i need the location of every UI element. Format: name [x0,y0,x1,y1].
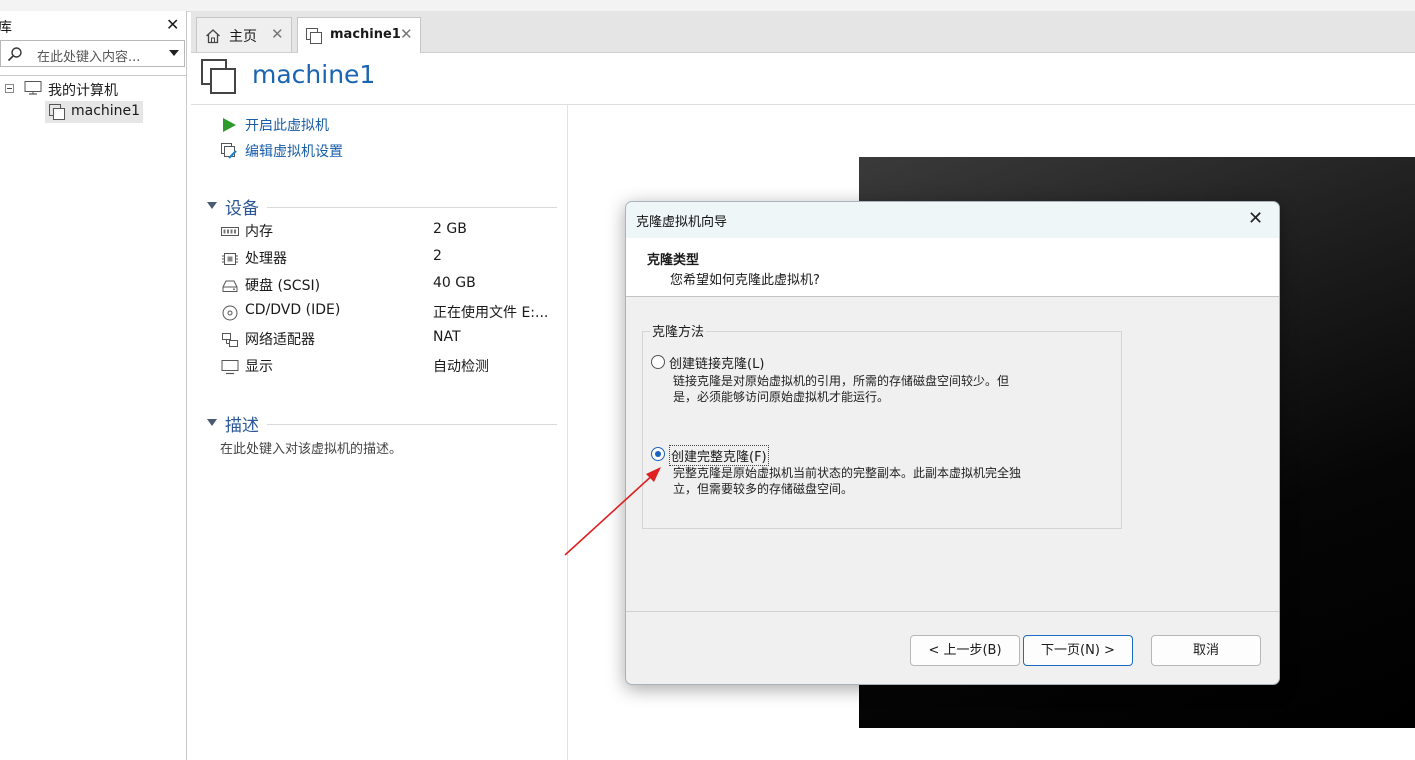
vm-details-panel: 开启此虚拟机 编辑虚拟机设置 设备 内存 2 GB 处理器 2 硬盘 (SCSI… [191,105,568,760]
tree-item-label: machine1 [71,103,141,119]
description-section-header[interactable]: 描述 [205,411,557,436]
clone-vm-wizard-dialog: 克隆虚拟机向导 ✕ 克隆类型 您希望如何克隆此虚拟机? 克隆方法 创建链接克隆(… [625,201,1280,685]
tab-close-icon[interactable]: ✕ [271,25,284,43]
tab-strip: 主页 ✕ machine1 ✕ [191,11,1415,53]
full-clone-label[interactable]: 创建完整克隆(F) [669,445,769,466]
section-divider [267,207,557,208]
device-name: 处理器 [245,251,287,267]
cd-icon [222,305,238,321]
device-value: NAT [433,329,461,345]
group-label: 克隆方法 [650,321,707,340]
device-value: 40 GB [433,275,476,291]
device-name: 显示 [245,359,273,375]
section-divider [267,424,557,425]
search-input[interactable]: 在此处键入内容... [37,46,140,65]
tab-label: 主页 [229,29,257,45]
play-icon [223,118,236,132]
footer-divider [626,611,1279,612]
annotation-arrow-icon [564,467,661,556]
page-title: machine1 [252,60,376,89]
tab-home[interactable]: 主页 ✕ [196,17,292,52]
dialog-close-button[interactable]: ✕ [1248,208,1263,229]
library-panel: 库 ✕ 在此处键入内容... 我的计算机 machine1 [0,11,187,760]
vm-icon [306,28,322,44]
library-close-button[interactable]: ✕ [166,15,179,34]
device-value: 2 [433,248,442,264]
tree-item-machine1[interactable]: machine1 [45,101,143,123]
linked-clone-description: 链接克隆是对原始虚拟机的引用，所需的存储磁盘空间较少。但 [673,374,1010,388]
device-name: CD/DVD (IDE) [245,302,341,318]
tree-collapse-icon[interactable] [5,84,14,93]
devices-section-header[interactable]: 设备 [205,194,557,219]
dialog-header: 克隆类型 您希望如何克隆此虚拟机? [626,238,1279,297]
home-icon [206,29,220,44]
library-search-box[interactable]: 在此处键入内容... [0,40,185,67]
action-label: 编辑虚拟机设置 [245,144,343,160]
cancel-button[interactable]: 取消 [1151,635,1261,666]
action-label: 开启此虚拟机 [245,118,329,134]
vm-large-icon [201,59,236,94]
section-title: 描述 [225,416,259,436]
edit-settings-icon [221,143,237,159]
memory-icon [221,227,239,236]
step-title: 克隆类型 [647,253,700,268]
tree-item-my-computer[interactable]: 我的计算机 [48,80,118,100]
back-button[interactable]: < 上一步(B) [910,635,1020,666]
library-title: 库 [0,20,12,36]
library-divider [0,75,186,76]
full-clone-radio[interactable] [651,447,665,461]
device-row-memory[interactable]: 内存 2 GB [221,221,561,243]
dialog-titlebar: 克隆虚拟机向导 ✕ [626,202,1279,238]
dialog-title: 克隆虚拟机向导 [636,215,728,230]
tab-machine1[interactable]: machine1 ✕ [297,17,421,53]
device-name: 内存 [245,224,273,240]
device-value: 正在使用文件 E:... [433,305,549,321]
cpu-icon [222,253,238,265]
collapse-arrow-icon[interactable] [207,419,217,426]
tab-close-icon[interactable]: ✕ [400,25,413,43]
search-icon [7,47,22,62]
linked-clone-description: 是，必须能够访问原始虚拟机才能运行。 [673,390,890,404]
next-button[interactable]: 下一页(N) > [1023,635,1133,666]
collapse-arrow-icon[interactable] [207,202,217,209]
full-clone-description: 立，但需要较多的存储磁盘空间。 [673,482,854,496]
computer-icon [24,81,42,95]
device-row-cpu[interactable]: 处理器 2 [221,248,561,270]
step-subtitle: 您希望如何克隆此虚拟机? [670,273,820,288]
device-name: 硬盘 (SCSI) [245,278,321,294]
device-row-network[interactable]: 网络适配器 NAT [221,329,561,351]
network-icon [222,333,238,347]
device-row-cd-dvd[interactable]: CD/DVD (IDE) 正在使用文件 E:... [221,302,561,324]
linked-clone-label[interactable]: 创建链接克隆(L) [669,353,764,372]
device-row-display[interactable]: 显示 自动检测 [221,356,561,378]
section-title: 设备 [225,199,259,219]
linked-clone-radio[interactable] [651,355,665,369]
full-clone-description: 完整克隆是原始虚拟机当前状态的完整副本。此副本虚拟机完全独 [673,466,1022,480]
device-name: 网络适配器 [245,332,315,348]
device-value: 2 GB [433,221,467,237]
tab-label: machine1 [330,27,401,42]
device-row-hard-disk[interactable]: 硬盘 (SCSI) 40 GB [221,275,561,297]
search-dropdown-icon[interactable] [169,50,179,56]
vm-icon [49,104,65,120]
device-value: 自动检测 [433,359,489,375]
monitor-icon [221,360,239,375]
hard-disk-icon [222,280,238,292]
description-input[interactable]: 在此处键入对该虚拟机的描述。 [220,438,402,457]
